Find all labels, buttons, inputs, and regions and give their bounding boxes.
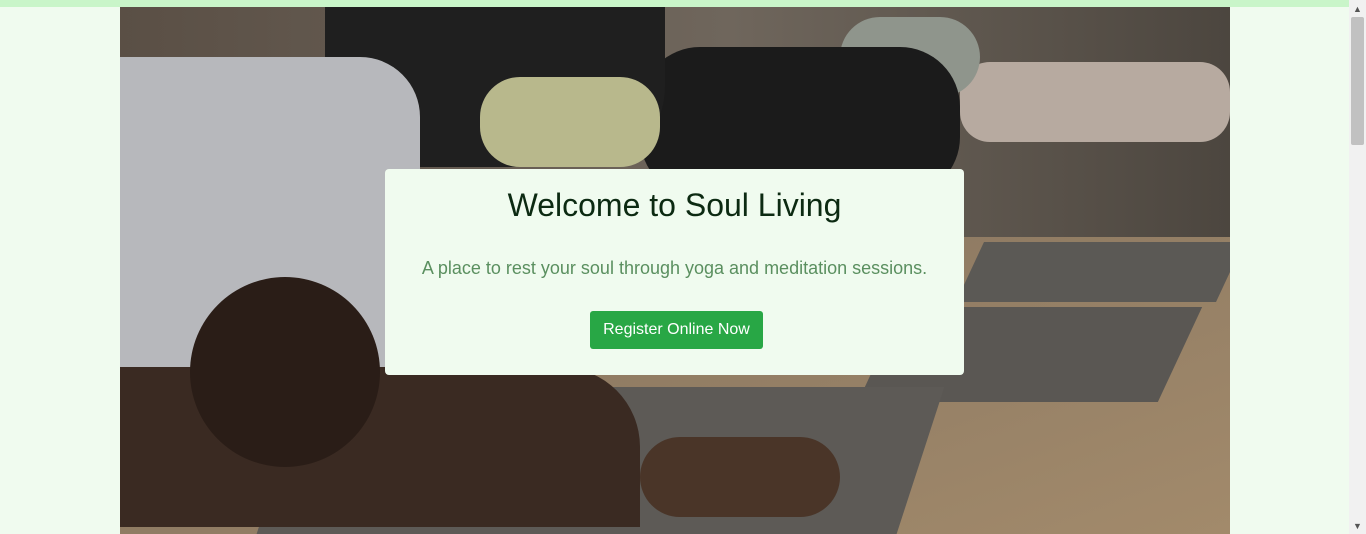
register-button[interactable]: Register Online Now: [590, 311, 763, 349]
top-accent-bar: [0, 0, 1366, 7]
scroll-down-icon[interactable]: ▼: [1349, 517, 1366, 534]
scroll-up-icon[interactable]: ▲: [1349, 0, 1366, 17]
hero-person-1-hand: [640, 437, 840, 517]
vertical-scrollbar[interactable]: ▲ ▼: [1349, 0, 1366, 534]
hero-subtitle: A place to rest your soul through yoga a…: [421, 258, 928, 278]
hero-cushions: [960, 62, 1230, 142]
hero-person-2-top: [480, 77, 660, 167]
welcome-card: Welcome to Soul Living A place to rest y…: [385, 169, 964, 375]
page-title: Welcome to Soul Living: [507, 187, 842, 223]
scrollbar-thumb[interactable]: [1351, 17, 1364, 145]
hero-mat-3: [956, 242, 1230, 302]
hero-person-1-head: [190, 277, 380, 467]
